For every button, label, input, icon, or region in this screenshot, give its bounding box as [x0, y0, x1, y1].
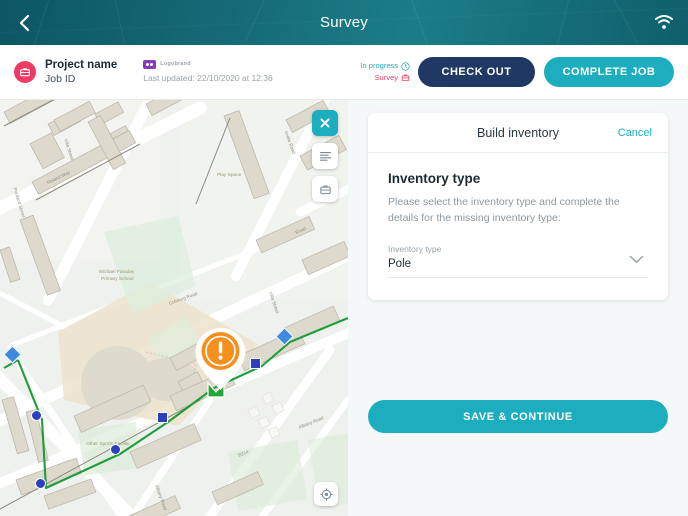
- node-square-marker[interactable]: [250, 358, 261, 369]
- square-icon: [157, 412, 168, 423]
- cancel-button[interactable]: Cancel: [618, 127, 652, 139]
- diamond-icon: [3, 345, 22, 364]
- status-progress-row: In progress: [360, 60, 410, 72]
- save-and-continue-button[interactable]: SAVE & CONTINUE: [368, 400, 668, 433]
- node-diamond-marker[interactable]: [3, 345, 22, 364]
- map-job-button[interactable]: [312, 176, 338, 202]
- briefcase-icon: [319, 184, 331, 194]
- node-diamond-marker[interactable]: [275, 327, 294, 346]
- chevron-down-icon: [629, 255, 644, 263]
- circle-icon: [31, 410, 42, 421]
- job-subheader: Project name Job ID Logobrand Last updat…: [0, 45, 688, 100]
- chevron-left-icon: [19, 14, 29, 31]
- map-close-button[interactable]: [312, 110, 338, 136]
- close-x-icon: [320, 118, 330, 128]
- project-icon: [14, 61, 36, 83]
- map-canvas: [0, 100, 348, 516]
- map-controls: [312, 110, 338, 209]
- card-header: Build inventory Cancel: [368, 113, 668, 153]
- wifi-icon: [655, 15, 673, 29]
- circle-icon: [110, 444, 121, 455]
- right-panel: Build inventory Cancel Inventory type Pl…: [348, 100, 688, 516]
- logo-mark-icon: [143, 59, 157, 69]
- check-out-button[interactable]: CHECK OUT: [418, 57, 535, 87]
- locate-target-icon: [319, 487, 333, 501]
- clock-icon: [401, 62, 410, 71]
- inventory-type-select[interactable]: Inventory type Pole: [388, 244, 648, 278]
- briefcase-icon: [401, 74, 410, 82]
- map-view[interactable]: Roland Way Portland Street Villa Street Inv…: [0, 100, 348, 516]
- brand-block: Logobrand Last updated: 22/10/2020 at 12…: [143, 59, 273, 84]
- page-title: Survey: [320, 14, 368, 31]
- status-block: In progress Survey: [360, 60, 410, 83]
- status-type-label: Survey: [374, 73, 398, 82]
- card-body: Inventory type Please select the invento…: [368, 153, 668, 300]
- square-icon: [250, 358, 261, 369]
- back-button[interactable]: [6, 0, 42, 45]
- map-layers-button[interactable]: [312, 143, 338, 169]
- diamond-icon: [275, 327, 294, 346]
- status-progress-label: In progress: [360, 61, 398, 71]
- app-root: Survey Project name Job ID Logobrand Las…: [0, 0, 688, 516]
- node-circle-marker[interactable]: [31, 410, 42, 421]
- build-inventory-card: Build inventory Cancel Inventory type Pl…: [368, 113, 668, 300]
- section-title: Inventory type: [388, 171, 481, 186]
- complete-job-button[interactable]: COMPLETE JOB: [544, 57, 674, 87]
- inventory-type-label: Inventory type: [388, 243, 442, 254]
- brand-name: Logobrand: [160, 60, 191, 67]
- section-description: Please select the inventory type and com…: [388, 196, 620, 224]
- inventory-type-value: Pole: [388, 257, 412, 270]
- last-updated: Last updated: 22/10/2020 at 12:36: [143, 72, 273, 83]
- node-square-marker[interactable]: [157, 412, 168, 423]
- top-bar: Survey: [0, 0, 688, 45]
- job-id: Job ID: [45, 72, 76, 85]
- status-type-row: Survey: [360, 72, 410, 84]
- alert-pin-icon: [195, 328, 246, 390]
- briefcase-icon: [20, 68, 30, 77]
- node-circle-marker[interactable]: [35, 478, 46, 489]
- node-circle-marker[interactable]: [110, 444, 121, 455]
- circle-icon: [35, 478, 46, 489]
- project-text: Project name Job ID: [45, 58, 117, 86]
- brand-logo: Logobrand: [143, 59, 273, 69]
- map-locate-button[interactable]: [314, 482, 338, 506]
- list-layers-icon: [319, 152, 331, 161]
- alert-pin-marker[interactable]: [193, 326, 248, 397]
- project-name: Project name: [45, 59, 118, 72]
